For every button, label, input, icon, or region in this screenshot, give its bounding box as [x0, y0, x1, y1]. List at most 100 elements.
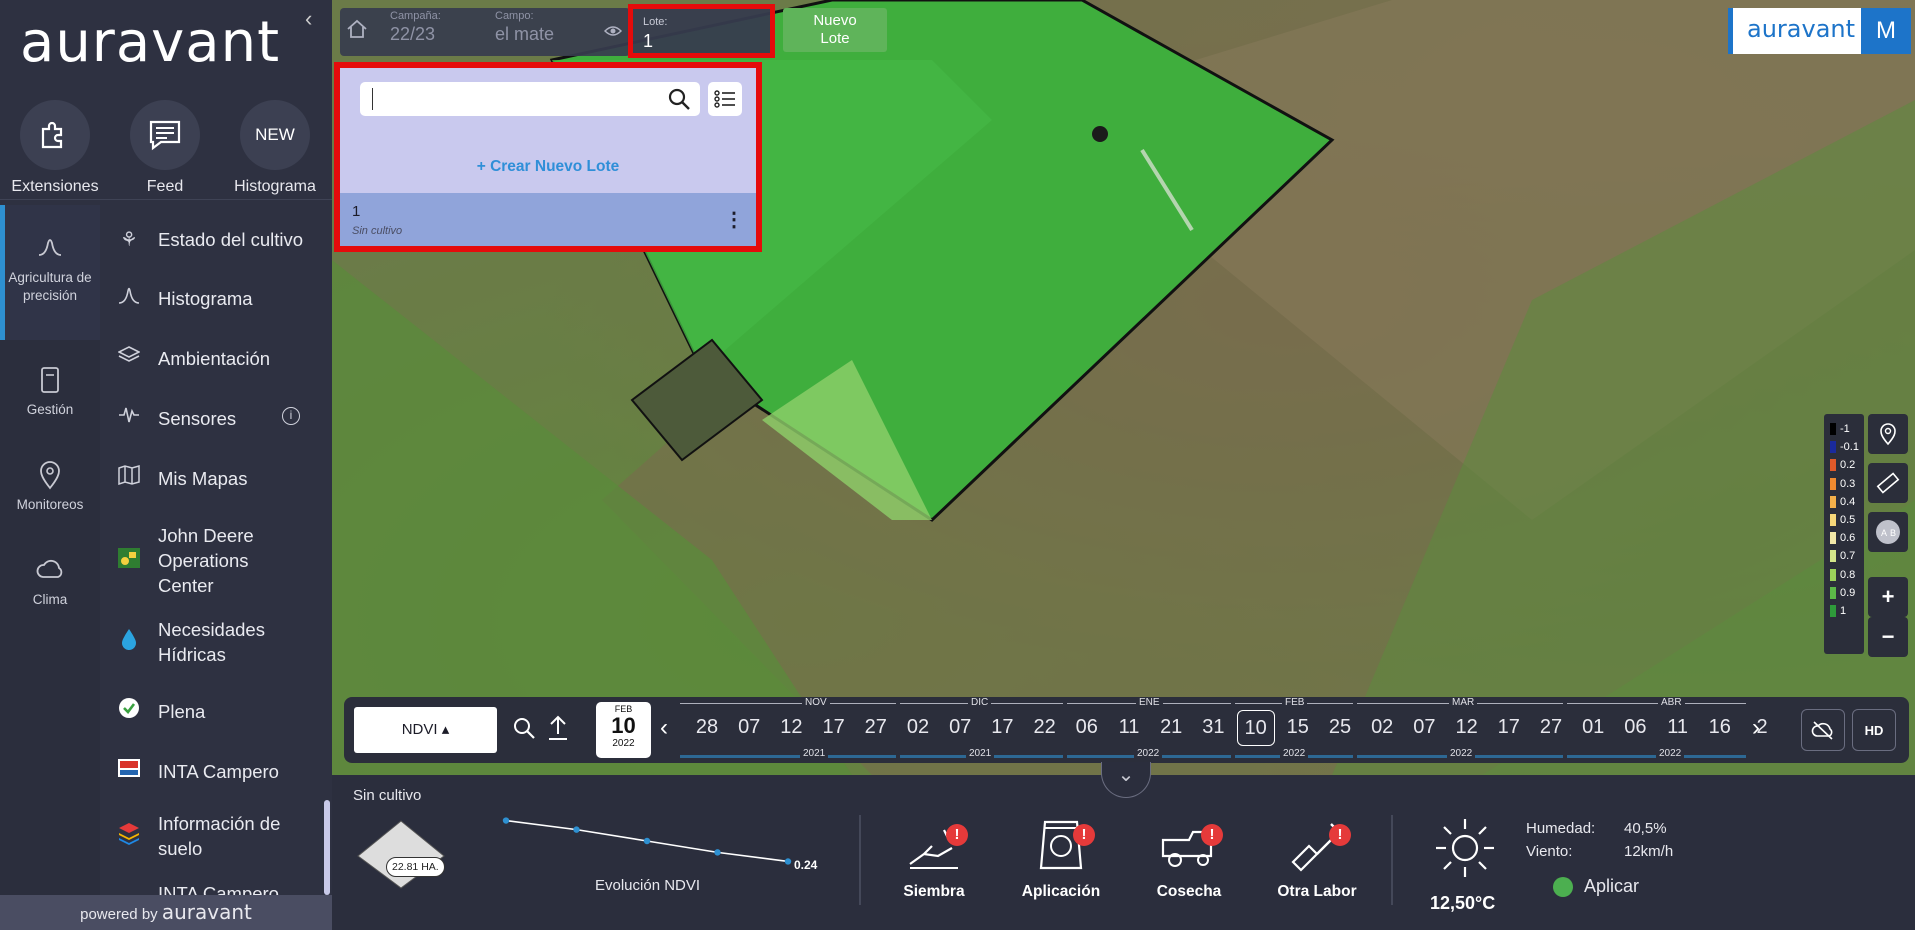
menu-estado-cultivo[interactable]: ⚘ Estado del cultivo: [100, 227, 322, 252]
timeline-date[interactable]: 25: [1321, 716, 1359, 739]
lote-search-box: [360, 82, 700, 116]
timeline-date[interactable]: 27: [1532, 716, 1570, 739]
current-year: 2022: [612, 738, 635, 749]
legend-swatch: [1830, 586, 1836, 599]
timeline-date[interactable]: 17: [983, 716, 1021, 739]
legend-label: 0.4: [1840, 495, 1856, 508]
legend-item: 0.4: [1830, 493, 1864, 511]
search-icon[interactable]: [668, 88, 690, 110]
warning-badge: !: [1073, 824, 1095, 846]
lote-status: Sin cultivo: [352, 225, 403, 237]
timeline-date[interactable]: 27: [857, 716, 895, 739]
lote-name: 1: [352, 203, 361, 220]
timeline-date[interactable]: 06: [1068, 716, 1106, 739]
timeline-date[interactable]: 16: [1701, 716, 1739, 739]
zoom-in-button[interactable]: +: [1868, 577, 1908, 617]
menu-sensores[interactable]: Sensores i: [100, 405, 322, 431]
menu-informacion-suelo[interactable]: Información de suelo: [100, 811, 322, 861]
crear-nuevo-lote-link[interactable]: + Crear Nuevo Lote: [340, 158, 756, 176]
timeline-date[interactable]: 12: [1448, 716, 1486, 739]
timeline-date[interactable]: 17: [815, 716, 853, 739]
category-agricultura-precision[interactable]: Agricultura de precisión: [0, 205, 100, 340]
zoom-out-button[interactable]: −: [1868, 617, 1908, 657]
aplicacion-button[interactable]: ! Aplicación: [1006, 818, 1116, 901]
timeline-date[interactable]: 12: [772, 716, 810, 739]
ab-compare-button[interactable]: AB: [1868, 512, 1908, 552]
timeline-date[interactable]: 06: [1616, 716, 1654, 739]
category-clima[interactable]: Clima: [0, 555, 100, 609]
timeline-date[interactable]: 17: [1490, 716, 1528, 739]
menu-inta-campero-2[interactable]: INTA Campero: [100, 881, 322, 895]
feed-label: Feed: [146, 178, 184, 195]
legend-swatch: [1830, 568, 1836, 581]
current-date-card[interactable]: FEB 10 2022: [596, 702, 651, 758]
timeline-date[interactable]: 01: [1574, 716, 1612, 739]
campana-selector[interactable]: Campaña: 22/23: [390, 10, 441, 45]
ndvi-point[interactable]: [502, 817, 510, 824]
category-gestion[interactable]: Gestión: [0, 365, 100, 419]
hd-button[interactable]: HD: [1852, 709, 1896, 751]
ndvi-legend: -1 -0.1 0.2 0.3 0.4 0.5 0.6 0.7 0.8 0.9 1: [1824, 414, 1864, 654]
menu-plena[interactable]: Plena: [100, 697, 322, 725]
timeline-date[interactable]: 31: [1194, 716, 1232, 739]
timeline-date[interactable]: 2: [1743, 716, 1781, 739]
layer-select[interactable]: NDVI ▴: [354, 707, 497, 753]
lote-selector[interactable]: Lote: 1: [628, 4, 775, 58]
timeline-prev-button[interactable]: ‹: [660, 714, 668, 742]
menu-ambientacion[interactable]: Ambientación: [100, 345, 322, 371]
sidebar-scrollbar[interactable]: [324, 800, 330, 895]
histograma-quick-button[interactable]: NEW Histograma: [220, 100, 330, 196]
menu-mis-mapas[interactable]: Mis Mapas: [100, 465, 322, 491]
ruler-button[interactable]: [1868, 463, 1908, 503]
wind-label: Viento:: [1526, 843, 1573, 860]
menu-necesidades-hidricas[interactable]: Necesidades Hídricas: [100, 617, 322, 667]
extensiones-button[interactable]: Extensiones: [0, 100, 110, 196]
menu-john-deere[interactable]: John Deere Operations Center: [100, 523, 322, 598]
user-avatar[interactable]: M: [1861, 8, 1911, 54]
home-icon[interactable]: [346, 18, 368, 46]
app-logo: auravant: [20, 10, 281, 75]
otra-labor-button[interactable]: ! Otra Labor: [1262, 818, 1372, 901]
nuevo-lote-button[interactable]: Nuevo Lote: [783, 8, 887, 52]
list-view-button[interactable]: [708, 82, 742, 116]
timeline-date[interactable]: 11: [1659, 716, 1697, 739]
campo-selector[interactable]: Campo: el mate: [495, 10, 554, 45]
siembra-button[interactable]: ! Siembra: [879, 818, 989, 901]
timeline-date[interactable]: 07: [730, 716, 768, 739]
feed-button[interactable]: Feed: [110, 100, 220, 196]
ab-icon: AB: [1876, 520, 1900, 544]
ndvi-point[interactable]: [784, 858, 792, 865]
info-icon[interactable]: i: [282, 407, 300, 425]
timeline-date[interactable]: 15: [1279, 716, 1317, 739]
timeline-date[interactable]: 02: [1363, 716, 1401, 739]
timeline-date[interactable]: 28: [688, 716, 726, 739]
upload-icon[interactable]: [546, 714, 570, 742]
cosecha-button[interactable]: ! Cosecha: [1134, 818, 1244, 901]
legend-label: 0.3: [1840, 477, 1856, 490]
timeline-date[interactable]: 11: [1110, 716, 1148, 739]
menu-inta-campero[interactable]: INTA Campero: [100, 757, 322, 785]
location-pin-button[interactable]: [1868, 414, 1908, 454]
kebab-menu-icon[interactable]: ⋮: [724, 207, 744, 232]
timeline-date[interactable]: 07: [941, 716, 979, 739]
timeline-date[interactable]: 21: [1152, 716, 1190, 739]
timeline-date[interactable]: 07: [1405, 716, 1443, 739]
timeline-date[interactable]: 02: [899, 716, 937, 739]
lote-list-item[interactable]: 1 Sin cultivo ⋮: [340, 193, 756, 246]
timeline-date[interactable]: 22: [1026, 716, 1064, 739]
menu-histograma[interactable]: Histograma: [100, 285, 322, 311]
category-monitoreos[interactable]: Monitoreos: [0, 460, 100, 514]
legend-item: 0.6: [1830, 529, 1864, 547]
ndvi-point[interactable]: [573, 826, 580, 833]
collapse-sidebar-button[interactable]: ‹: [305, 6, 312, 32]
cloud-filter-button[interactable]: [1801, 709, 1845, 751]
lote-search-input[interactable]: [372, 88, 652, 110]
ndvi-point[interactable]: [714, 849, 721, 856]
menu-label: Estado del cultivo: [158, 229, 304, 250]
timeline-date[interactable]: 10: [1236, 710, 1275, 746]
search-icon[interactable]: [512, 716, 536, 740]
eye-icon[interactable]: [603, 24, 623, 41]
ndvi-point[interactable]: [643, 837, 651, 845]
legend-label: -1: [1840, 423, 1850, 436]
aplicar-button[interactable]: Aplicar: [1584, 876, 1639, 897]
